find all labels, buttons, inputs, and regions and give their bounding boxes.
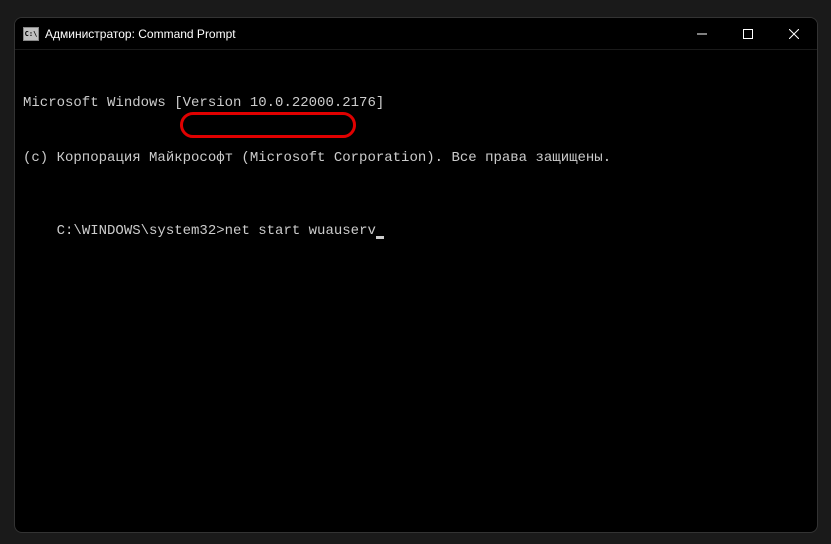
titlebar-left: C:\ Администратор: Command Prompt (23, 27, 236, 41)
command-prompt-window: C:\ Администратор: Command Prompt (14, 17, 818, 533)
cursor (376, 236, 384, 239)
minimize-button[interactable] (679, 18, 725, 50)
terminal-copyright-line: (c) Корпорация Майкрософт (Microsoft Cor… (23, 149, 809, 167)
terminal-prompt: C:\WINDOWS\system32> (57, 223, 225, 239)
terminal-command: net start wuauserv (225, 223, 376, 239)
close-icon (789, 29, 799, 39)
terminal-content[interactable]: Microsoft Windows [Version 10.0.22000.21… (15, 50, 817, 266)
window-controls (679, 18, 817, 49)
maximize-button[interactable] (725, 18, 771, 50)
minimize-icon (697, 29, 707, 39)
window-title: Администратор: Command Prompt (45, 27, 236, 41)
titlebar[interactable]: C:\ Администратор: Command Prompt (15, 18, 817, 50)
terminal-prompt-line: C:\WINDOWS\system32>net start wuauserv (57, 222, 384, 240)
close-button[interactable] (771, 18, 817, 50)
cmd-icon: C:\ (23, 27, 39, 41)
maximize-icon (743, 29, 753, 39)
terminal-version-line: Microsoft Windows [Version 10.0.22000.21… (23, 94, 809, 112)
